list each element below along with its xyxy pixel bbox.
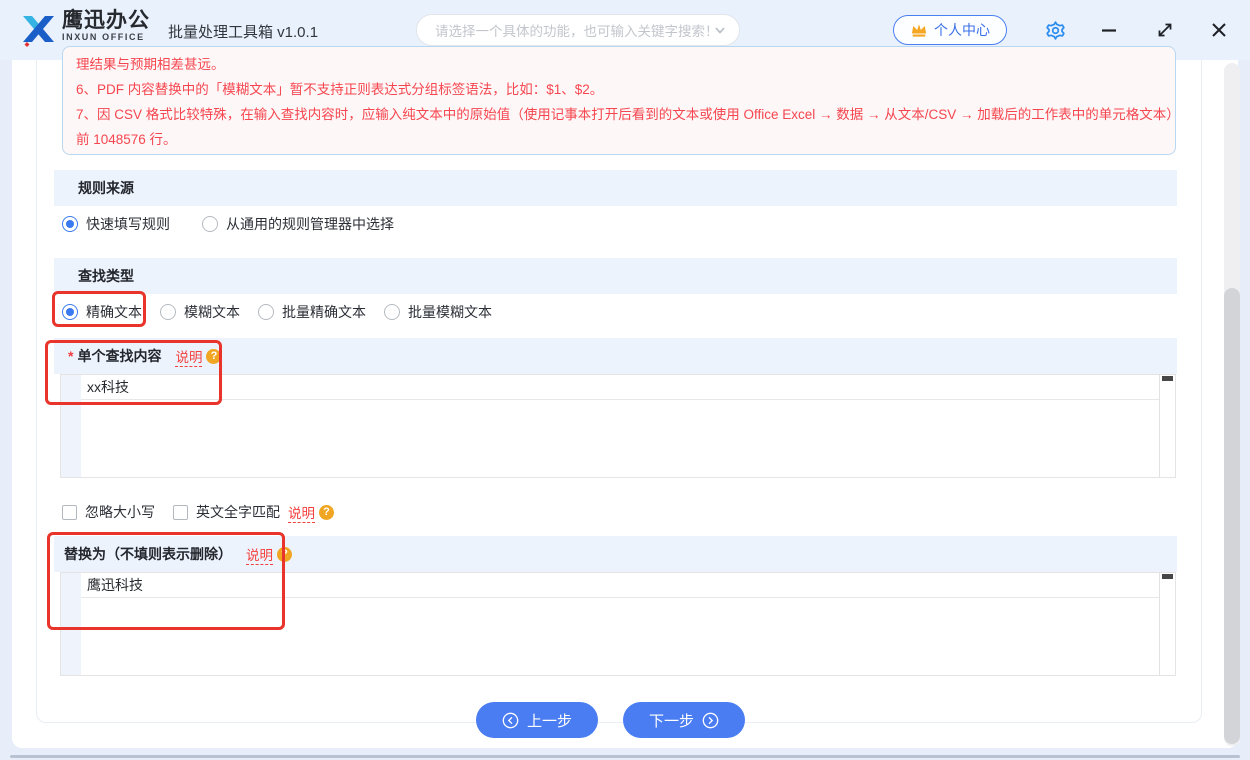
minimize-button[interactable] <box>1096 17 1122 43</box>
radio-icon[interactable] <box>202 216 218 232</box>
radio-icon[interactable] <box>62 216 78 232</box>
radio-label: 批量模糊文本 <box>408 302 492 322</box>
alert-line: 7、因 CSV 格式比较特殊，在输入查找内容时，应输入纯文本中的原始值（使用记事… <box>76 102 1175 127</box>
close-icon <box>1210 21 1228 39</box>
notice-alert: 理结果与预期相差甚远。 6、PDF 内容替换中的「模糊文本」暂不支持正则表达式分… <box>62 46 1176 155</box>
function-search-input[interactable]: 请选择一个具体的功能，也可输入关键字搜索！ <box>416 14 740 46</box>
minimize-icon <box>1100 21 1118 39</box>
radio-label: 批量精确文本 <box>282 302 366 322</box>
brand-block: 鹰迅办公 INXUN OFFICE <box>62 10 150 42</box>
user-center-label: 个人中心 <box>934 20 990 40</box>
chevron-down-icon[interactable] <box>713 23 727 37</box>
editor-gutter <box>61 573 81 675</box>
section-header-find-type: 查找类型 <box>54 258 1177 294</box>
alert-line: 理结果与预期相差甚远。 <box>76 52 1175 77</box>
radio-batch-exact-text[interactable]: 批量精确文本 <box>258 302 366 322</box>
radio-icon[interactable] <box>258 304 274 320</box>
prev-step-button[interactable]: 上一步 <box>476 702 598 738</box>
section-header-replace: 替换为（不填则表示删除） 说明 ? <box>54 536 1177 572</box>
app-logo-icon <box>18 10 58 50</box>
radio-label: 精确文本 <box>86 302 142 322</box>
replace-editor[interactable]: 鹰迅科技 <box>60 572 1176 676</box>
match-options-row: 忽略大小写 英文全字匹配 说明 ? <box>54 494 334 530</box>
help-link[interactable]: 说明 <box>246 544 273 565</box>
find-type-options: 精确文本 模糊文本 批量精确文本 批量模糊文本 <box>54 294 510 330</box>
search-placeholder: 请选择一个具体的功能，也可输入关键字搜索！ <box>435 20 713 40</box>
replace-value[interactable]: 鹰迅科技 <box>81 574 1159 598</box>
radio-batch-fuzzy-text[interactable]: 批量模糊文本 <box>384 302 492 322</box>
section-title: 规则来源 <box>78 178 134 198</box>
brand-name-cn: 鹰迅办公 <box>62 10 150 32</box>
main-scrollbar-thumb[interactable] <box>1224 288 1240 744</box>
editor-scrollbar-thumb[interactable] <box>1162 574 1173 579</box>
section-title: 查找类型 <box>78 266 134 286</box>
radio-from-rule-manager[interactable]: 从通用的规则管理器中选择 <box>202 214 394 234</box>
single-find-editor[interactable]: xx科技 <box>60 374 1176 478</box>
radio-exact-text[interactable]: 精确文本 <box>62 302 142 322</box>
next-step-label: 下一步 <box>649 710 694 731</box>
gear-icon <box>1045 20 1066 41</box>
radio-icon[interactable] <box>160 304 176 320</box>
brand-name-en: INXUN OFFICE <box>62 32 150 42</box>
editor-scrollbar-track[interactable] <box>1159 375 1175 477</box>
editor-scrollbar-thumb[interactable] <box>1162 376 1173 381</box>
checkbox-whole-word[interactable]: 英文全字匹配 <box>173 502 280 522</box>
help-link[interactable]: 说明 <box>175 346 202 367</box>
section-title: 单个查找内容 <box>77 346 161 366</box>
section-title: 替换为（不填则表示删除） <box>64 544 232 564</box>
circle-left-arrow-icon <box>502 712 519 729</box>
single-find-value[interactable]: xx科技 <box>81 376 1159 400</box>
restore-button[interactable] <box>1152 17 1178 43</box>
radio-fuzzy-text[interactable]: 模糊文本 <box>160 302 240 322</box>
checkbox-label: 忽略大小写 <box>85 502 155 522</box>
help-question-icon[interactable]: ? <box>319 505 334 520</box>
radio-icon[interactable] <box>62 304 78 320</box>
app-title: 批量处理工具箱 v1.0.1 <box>168 21 318 42</box>
editor-scrollbar-track[interactable] <box>1159 573 1175 675</box>
settings-button[interactable] <box>1042 17 1068 43</box>
section-header-rule-source: 规则来源 <box>54 170 1177 206</box>
radio-icon[interactable] <box>384 304 400 320</box>
alert-line: 6、PDF 内容替换中的「模糊文本」暂不支持正则表达式分组标签语法，比如：$1、… <box>76 77 1175 102</box>
help-question-icon[interactable]: ? <box>277 547 292 562</box>
alert-line: 前 1048576 行。 <box>76 127 1175 152</box>
radio-label: 模糊文本 <box>184 302 240 322</box>
restore-icon <box>1156 21 1174 39</box>
checkbox-icon[interactable] <box>173 505 188 520</box>
radio-label: 从通用的规则管理器中选择 <box>226 214 394 234</box>
crown-icon <box>910 22 928 38</box>
radio-quick-fill-rule[interactable]: 快速填写规则 <box>62 214 170 234</box>
rule-source-options: 快速填写规则 从通用的规则管理器中选择 <box>54 206 412 242</box>
user-center-button[interactable]: 个人中心 <box>893 15 1007 45</box>
section-header-single-find: * 单个查找内容 说明 ? <box>54 338 1177 374</box>
checkbox-ignore-case[interactable]: 忽略大小写 <box>62 502 155 522</box>
help-question-icon[interactable]: ? <box>206 349 221 364</box>
required-mark: * <box>68 348 73 364</box>
help-link[interactable]: 说明 <box>288 502 315 523</box>
close-button[interactable] <box>1206 17 1232 43</box>
checkbox-label: 英文全字匹配 <box>196 502 280 522</box>
next-step-button[interactable]: 下一步 <box>623 702 745 738</box>
prev-step-label: 上一步 <box>527 710 572 731</box>
window-bottom-edge <box>10 755 1240 758</box>
checkbox-icon[interactable] <box>62 505 77 520</box>
radio-label: 快速填写规则 <box>86 214 170 234</box>
editor-gutter <box>61 375 81 477</box>
circle-right-arrow-icon <box>702 712 719 729</box>
